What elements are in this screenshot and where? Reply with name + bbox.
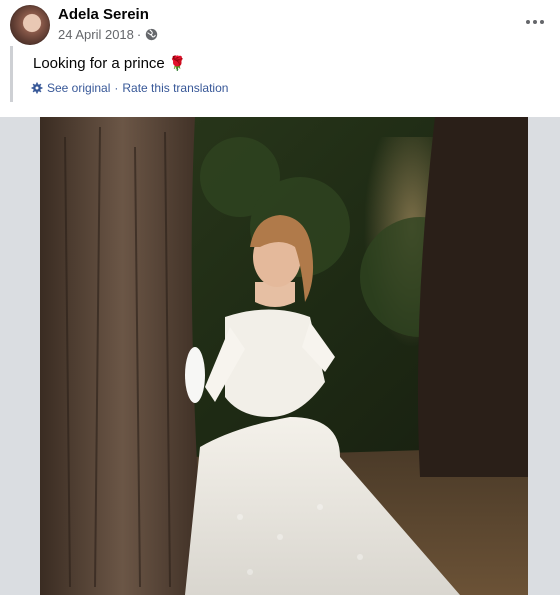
gear-icon xyxy=(31,82,43,94)
more-options-button[interactable] xyxy=(522,12,548,32)
post-date[interactable]: 24 April 2018 xyxy=(58,27,134,42)
post-meta: 24 April 2018 · xyxy=(58,27,158,42)
post-text: Looking for a prince 🌹 xyxy=(33,55,186,72)
translation-separator: · xyxy=(114,81,119,95)
post-header: Adela Serein 24 April 2018 · xyxy=(0,0,560,48)
post-photo[interactable] xyxy=(40,117,528,595)
rose-emoji: 🌹 xyxy=(168,55,187,71)
more-dot xyxy=(526,20,530,24)
translation-bar: See original · Rate this translation xyxy=(31,81,228,95)
photo-woman-white-gown-by-tree-icon xyxy=(40,117,528,595)
more-dot xyxy=(540,20,544,24)
photo-frame xyxy=(0,117,560,595)
translated-post: Looking for a prince 🌹 See original · Ra… xyxy=(10,46,553,102)
more-dot xyxy=(533,20,537,24)
author-name[interactable]: Adela Serein xyxy=(58,6,149,23)
globe-icon[interactable] xyxy=(145,28,158,41)
rate-translation-link[interactable]: Rate this translation xyxy=(122,81,228,95)
see-original-link[interactable]: See original xyxy=(47,81,110,95)
meta-separator: · xyxy=(136,27,142,42)
avatar[interactable] xyxy=(10,5,50,45)
post-text-body: Looking for a prince xyxy=(33,55,165,72)
